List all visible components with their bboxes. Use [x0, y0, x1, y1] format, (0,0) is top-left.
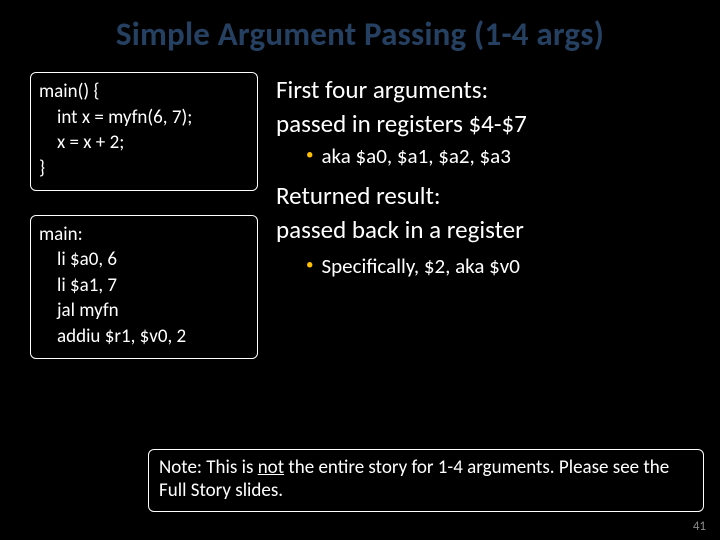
note-box: Note: This is not the entire story for 1… — [148, 449, 704, 513]
code-line: jal myfn — [39, 298, 249, 324]
content-row: main() { int x = myfn(6, 7); x = x + 2; … — [30, 72, 690, 359]
code-line: addiu $r1, $v0, 2 — [39, 324, 249, 350]
page-number: 41 — [693, 519, 706, 534]
code-line: int x = myfn(6, 7); — [39, 105, 249, 131]
bullet-text: Specifically, $2, aka $v0 — [321, 253, 519, 280]
code-line: li $a1, 7 — [39, 273, 249, 299]
bullet-icon: • — [306, 143, 313, 167]
note-prefix: Note: This is — [159, 456, 258, 479]
note-not: not — [258, 456, 284, 479]
bullet-text: aka $a0, $a1, $a2, $a3 — [321, 143, 510, 170]
slide-title: Simple Argument Passing (1-4 args) — [30, 14, 690, 54]
code-line: } — [39, 156, 249, 182]
bullet-item: • Specifically, $2, aka $v0 — [276, 253, 690, 280]
code-line: main: — [39, 222, 249, 248]
code-line: x = x + 2; — [39, 130, 249, 156]
code-line: main() { — [39, 79, 249, 105]
code-line: li $a0, 6 — [39, 247, 249, 273]
slide: Simple Argument Passing (1-4 args) main(… — [0, 0, 720, 540]
bullet-item: • aka $a0, $a1, $a2, $a3 — [276, 143, 690, 170]
body-line: passed in registers $4-$7 — [276, 108, 690, 140]
code-box-asm: main: li $a0, 6 li $a1, 7 jal myfn addiu… — [30, 215, 258, 359]
body-line: passed back in a register — [276, 214, 690, 246]
right-column: First four arguments: passed in register… — [276, 72, 690, 359]
code-box-c: main() { int x = myfn(6, 7); x = x + 2; … — [30, 72, 258, 191]
bullet-icon: • — [306, 253, 313, 277]
left-column: main() { int x = myfn(6, 7); x = x + 2; … — [30, 72, 258, 359]
body-line: Returned result: — [276, 180, 690, 212]
body-line: First four arguments: — [276, 74, 690, 106]
note-text: Note: This is not the entire story for 1… — [159, 456, 669, 503]
